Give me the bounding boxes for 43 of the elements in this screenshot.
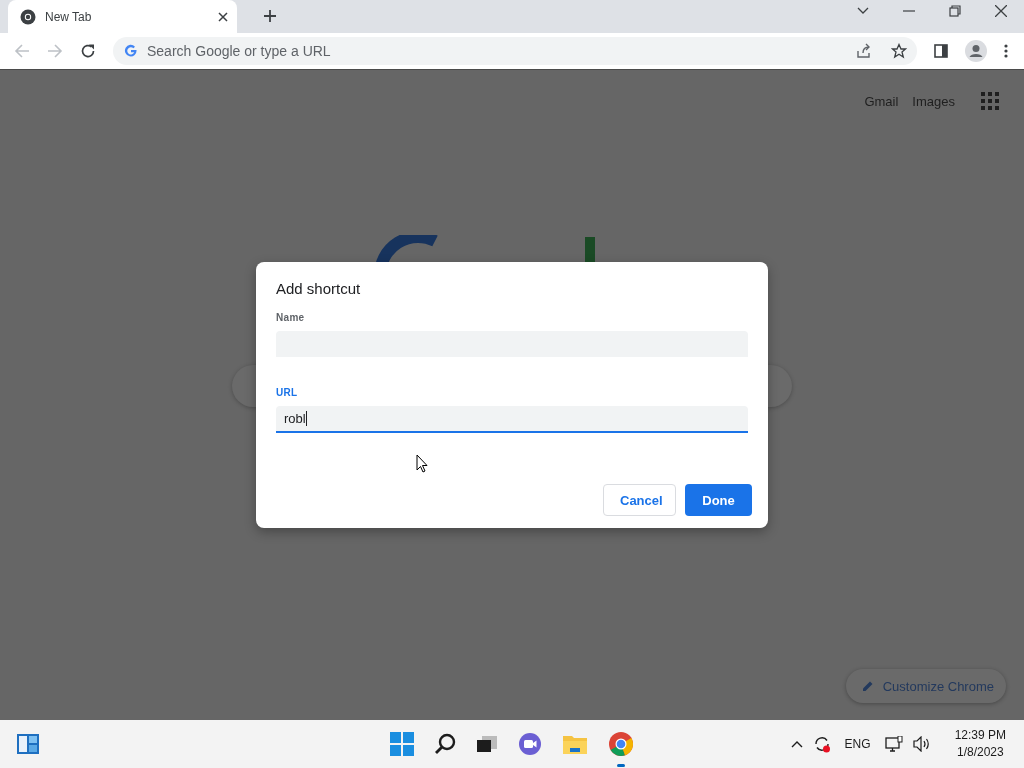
chat-icon[interactable] (518, 732, 542, 756)
chrome-logo-icon[interactable] (608, 731, 634, 757)
text-field[interactable]: robl (276, 406, 748, 433)
cancel-button[interactable]: Cancel (603, 484, 676, 516)
active-app-indicator (617, 764, 625, 767)
google-g-icon (124, 44, 138, 58)
done-button[interactable]: Done (685, 484, 752, 516)
reload-icon[interactable] (80, 43, 96, 59)
clock-time[interactable]: 12:39 PM (954, 727, 1006, 744)
side-panel-icon[interactable] (934, 44, 948, 58)
search-icon[interactable] (434, 733, 456, 755)
pencil-icon (861, 680, 874, 692)
restore-icon[interactable] (949, 4, 961, 17)
share-icon[interactable] (856, 43, 872, 59)
new-tab-icon[interactable] (263, 9, 277, 23)
star-icon[interactable] (891, 43, 907, 59)
folder-icon[interactable] (562, 733, 588, 755)
language-indicator[interactable]: ENG (844, 737, 871, 751)
dialog-title: Add shortcut (276, 280, 362, 297)
sync-icon[interactable] (812, 735, 831, 753)
field-label: URL (276, 387, 299, 398)
windows-start-icon[interactable] (390, 732, 414, 756)
speaker-icon[interactable] (912, 736, 931, 752)
apps-grid-icon[interactable] (981, 92, 999, 110)
minimize-icon[interactable] (903, 9, 915, 12)
header-link[interactable]: Gmail (864, 93, 899, 109)
profile-avatar-icon[interactable] (965, 40, 987, 62)
chevron-up-icon[interactable] (790, 740, 803, 748)
field-label: Name (276, 312, 306, 323)
clock-date[interactable]: 1/8/2023 (956, 744, 1004, 761)
browser-tab[interactable]: New Tab (8, 0, 237, 33)
tab-title: New Tab (45, 9, 93, 24)
mouse-pointer-icon (416, 454, 428, 473)
chrome-logo-icon (20, 8, 36, 25)
widgets-icon[interactable] (16, 733, 40, 755)
task-view-icon[interactable] (476, 735, 498, 753)
chevron-down-icon[interactable] (857, 6, 869, 15)
close-icon[interactable] (995, 4, 1007, 17)
network-icon[interactable] (884, 736, 903, 752)
address-bar[interactable]: Search Google or type a URL (113, 37, 917, 65)
header-link[interactable]: Images (912, 93, 955, 109)
close-tab-icon[interactable] (218, 11, 228, 22)
menu-dots-icon[interactable] (1004, 44, 1008, 58)
